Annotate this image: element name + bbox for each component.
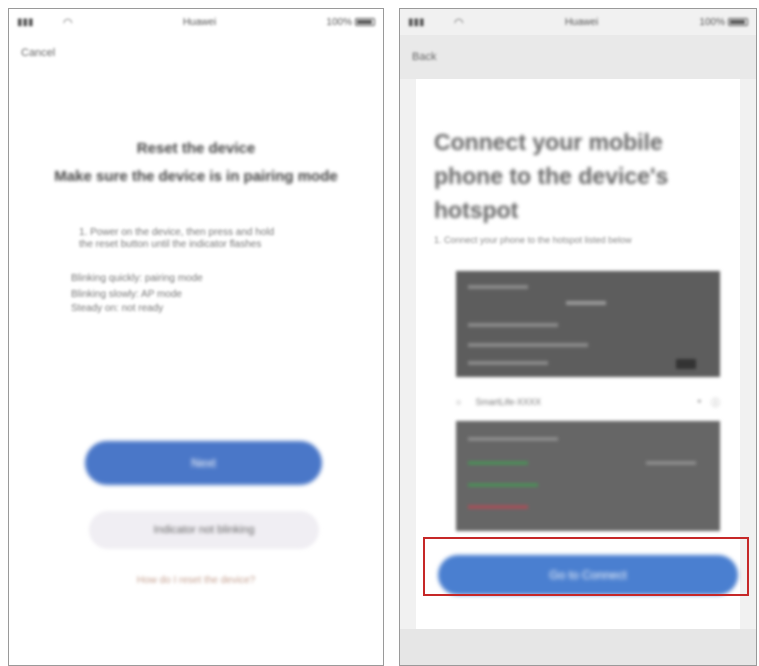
wifi-network-row: ○ SmartLife-XXXX ▪ ⓘ [456,389,720,415]
battery-icon [727,18,748,26]
instruction-text: 1. Connect your phone to the hotspot lis… [434,235,632,245]
left-phone-screen: ▮▮▮ ◠ Huawei 100% Cancel Reset the devic… [8,8,384,666]
page-title: Reset the device Make sure the device is… [9,135,383,191]
bullet-item: Blinking quickly: pairing mode [71,273,203,284]
battery-indicator: 100% [326,17,375,28]
signal-icon: ▮▮▮ [408,16,425,28]
reset-help-link[interactable]: How do I reset the device? [9,575,383,586]
wifi-check-icon: ○ [456,397,462,407]
instruction-line-2: the reset button until the indicator fla… [79,239,262,250]
battery-percent: 100% [699,16,725,28]
carrier-label: Huawei [564,16,599,28]
status-bar: ▮▮▮ ◠ Huawei 100% [9,9,383,35]
highlight-box [423,537,749,596]
battery-percent: 100% [326,16,352,28]
signal-icon: ▮▮▮ [17,16,34,28]
title-line-2: Make sure the device is in pairing mode [54,168,338,185]
status-bar: ▮▮▮ ◠ Huawei 100% [400,9,756,35]
bottom-bar [400,629,756,665]
indicator-not-blinking-button[interactable]: Indicator not blinking [89,511,319,549]
lock-icon: ▪ [697,395,701,406]
info-icon: ⓘ [710,397,720,408]
carrier-label: Huawei [182,16,217,28]
wifi-network-name: SmartLife-XXXX [475,397,541,407]
bullet-item: Steady on: not ready [71,303,164,314]
wifi-icon: ◠ [63,16,73,29]
wifi-list-screenshot [456,421,720,531]
wifi-settings-screenshot [456,271,720,377]
cancel-button[interactable]: Cancel [21,47,55,59]
nav-bar: Back [400,35,756,79]
battery-icon [354,18,375,26]
next-button[interactable]: Next [85,441,322,485]
wifi-icon: ◠ [454,16,464,29]
back-button[interactable]: Back [412,51,436,63]
battery-indicator: 100% [699,17,748,28]
title-line-1: Reset the device [136,140,256,157]
bullet-item: Blinking slowly: AP mode [71,289,182,300]
instructions: 1. Power on the device, then press and h… [79,227,329,251]
instruction-line-1: 1. Power on the device, then press and h… [79,227,275,238]
page-heading: Connect your mobile phone to the device'… [434,129,669,223]
